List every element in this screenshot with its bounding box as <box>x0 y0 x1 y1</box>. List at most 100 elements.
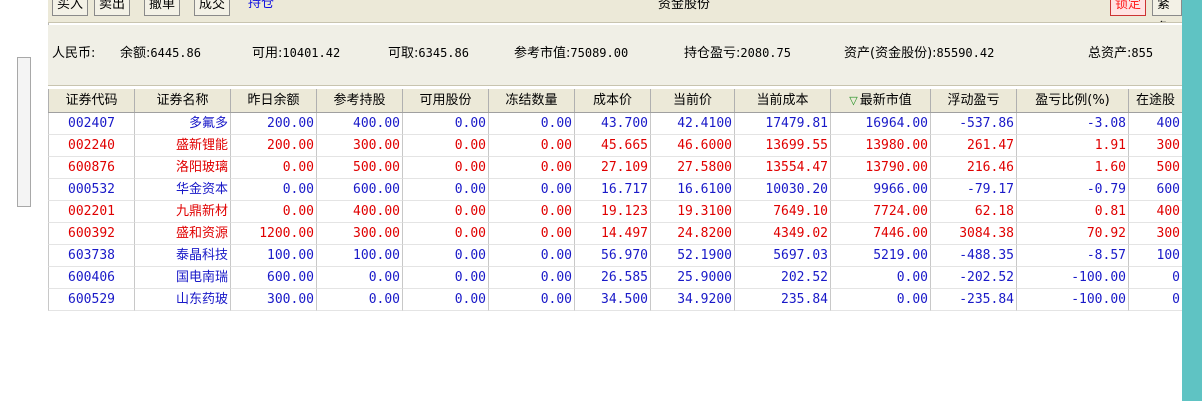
column-header-label: 最新市值 <box>859 93 912 108</box>
cell-name: 洛阳玻璃 <box>134 157 230 179</box>
cell-pct: 0.81 <box>1016 201 1128 223</box>
column-header-pct[interactable]: 盈亏比例(%) <box>1016 89 1128 112</box>
column-header-code[interactable]: 证券代码 <box>48 89 134 112</box>
cell-pct: -100.00 <box>1016 267 1128 289</box>
positions-tab[interactable]: 持仓 <box>244 0 278 16</box>
cell-code: 002201 <box>48 201 134 223</box>
table-row[interactable]: 600529 山东药玻 300.00 0.00 0.00 0.00 34.500 34.920… <box>48 289 1182 311</box>
column-header-label: 可用股份 <box>419 93 472 108</box>
cell-ref-hold: 0.00 <box>316 267 402 289</box>
cell-name: 九鼎新材 <box>134 201 230 223</box>
balance: 余额:6445.86 <box>120 46 201 61</box>
cell-price: 16.6100 <box>650 179 734 201</box>
column-header-label: 证券代码 <box>65 93 118 108</box>
cell-cost: 16.717 <box>574 179 650 201</box>
cell-name: 山东药玻 <box>134 289 230 311</box>
cell-ref-hold: 600.00 <box>316 179 402 201</box>
cell-prev: 200.00 <box>230 113 316 135</box>
cell-transit: 0 <box>1128 289 1182 311</box>
cell-name: 国电南瑞 <box>134 267 230 289</box>
cell-name: 盛和资源 <box>134 223 230 245</box>
column-header-prev[interactable]: 昨日余额 <box>230 89 316 112</box>
column-header-cur-cost[interactable]: 当前成本 <box>734 89 830 112</box>
column-header-ref-hold[interactable]: 参考持股 <box>316 89 402 112</box>
cell-name: 盛新锂能 <box>134 135 230 157</box>
sell-button[interactable]: 卖出 <box>94 0 131 16</box>
cell-code: 600406 <box>48 267 134 289</box>
cell-transit: 300 <box>1128 135 1182 157</box>
column-header-label: 证券名称 <box>156 93 209 108</box>
table-row[interactable]: 600392 盛和资源 1200.00 300.00 0.00 0.00 14.497 24.… <box>48 223 1182 245</box>
column-header-pnl[interactable]: 浮动盈亏 <box>930 89 1016 112</box>
cell-ref-hold: 300.00 <box>316 223 402 245</box>
cell-prev: 0.00 <box>230 201 316 223</box>
cell-name: 泰晶科技 <box>134 245 230 267</box>
buy-button[interactable]: 买入 <box>52 0 89 16</box>
cell-transit: 600 <box>1128 179 1182 201</box>
column-header-mkt[interactable]: ▽ 最新市值 <box>830 89 930 112</box>
cell-mkt: 0.00 <box>830 267 930 289</box>
cancel-order-button[interactable]: 撤单 <box>144 0 181 16</box>
cell-frozen: 0.00 <box>488 179 574 201</box>
cell-frozen: 0.00 <box>488 135 574 157</box>
vertical-scrollbar[interactable] <box>17 57 31 207</box>
column-header-frozen[interactable]: 冻结数量 <box>488 89 574 112</box>
column-header-price[interactable]: 当前价 <box>650 89 734 112</box>
column-header-label: 当前成本 <box>756 93 809 108</box>
cell-prev: 0.00 <box>230 179 316 201</box>
cell-avail: 0.00 <box>402 157 488 179</box>
cell-code: 603738 <box>48 245 134 267</box>
panel-title: 资金股份 <box>658 0 711 12</box>
cell-mkt: 13790.00 <box>830 157 930 179</box>
cell-price: 25.9000 <box>650 267 734 289</box>
cell-code: 002240 <box>48 135 134 157</box>
table-row[interactable]: 002201 九鼎新材 0.00 400.00 0.00 0.00 19.123 19.310… <box>48 201 1182 223</box>
column-header-avail[interactable]: 可用股份 <box>402 89 488 112</box>
cell-code: 600529 <box>48 289 134 311</box>
cell-avail: 0.00 <box>402 135 488 157</box>
cell-pnl: 261.47 <box>930 135 1016 157</box>
lock-button[interactable]: 锁定 <box>1110 0 1147 16</box>
column-header-name[interactable]: 证券名称 <box>134 89 230 112</box>
cell-pct: -8.57 <box>1016 245 1128 267</box>
cell-price: 42.4100 <box>650 113 734 135</box>
cell-prev: 0.00 <box>230 157 316 179</box>
cell-cost: 19.123 <box>574 201 650 223</box>
cell-transit: 100 <box>1128 245 1182 267</box>
cell-pct: 70.92 <box>1016 223 1128 245</box>
toolbar: 买入 卖出 撤单 成交 持仓 资金股份 锁定 紧急 <box>48 0 1182 23</box>
table-row[interactable]: 002240 盛新锂能 200.00 300.00 0.00 0.00 45.665 46.6… <box>48 135 1182 157</box>
account-summary: 人民币: 余额:6445.86 可用:10401.42 可取:6345.86 参… <box>48 25 1182 86</box>
table-row[interactable]: 600406 国电南瑞 600.00 0.00 0.00 0.00 26.585 25.900… <box>48 267 1182 289</box>
table-row[interactable]: 000532 华金资本 0.00 600.00 0.00 0.00 16.717 16.610… <box>48 179 1182 201</box>
column-header-label: 冻结数量 <box>505 93 558 108</box>
cell-pct: 1.60 <box>1016 157 1128 179</box>
cell-cur-cost: 4349.02 <box>734 223 830 245</box>
cell-pct: 1.91 <box>1016 135 1128 157</box>
cell-avail: 0.00 <box>402 113 488 135</box>
withdrawable: 可取:6345.86 <box>388 46 469 61</box>
emergency-button[interactable]: 紧急 <box>1152 0 1182 22</box>
column-header-label: 昨日余额 <box>247 93 300 108</box>
cell-cost: 45.665 <box>574 135 650 157</box>
trades-button[interactable]: 成交 <box>194 0 231 16</box>
cell-frozen: 0.00 <box>488 267 574 289</box>
column-header-cost[interactable]: 成本价 <box>574 89 650 112</box>
cell-price: 27.5800 <box>650 157 734 179</box>
column-header-label: 参考持股 <box>333 93 386 108</box>
cell-transit: 500 <box>1128 157 1182 179</box>
cell-ref-hold: 500.00 <box>316 157 402 179</box>
cell-avail: 0.00 <box>402 201 488 223</box>
cell-cost: 43.700 <box>574 113 650 135</box>
table-row[interactable]: 603738 泰晶科技 100.00 100.00 0.00 0.00 56.970 52.1… <box>48 245 1182 267</box>
cell-ref-hold: 0.00 <box>316 289 402 311</box>
cell-price: 52.1900 <box>650 245 734 267</box>
cell-mkt: 7724.00 <box>830 201 930 223</box>
column-header-label: 盈亏比例(%) <box>1035 93 1110 108</box>
table-row[interactable]: 600876 洛阳玻璃 0.00 500.00 0.00 0.00 27.109 27.580… <box>48 157 1182 179</box>
column-header-transit[interactable]: 在途股 <box>1128 89 1182 112</box>
table-row[interactable]: 002407 多氟多 200.00 400.00 0.00 0.00 43.700 42.41… <box>48 113 1182 135</box>
cell-pnl: -488.35 <box>930 245 1016 267</box>
cell-mkt: 0.00 <box>830 289 930 311</box>
cell-name: 多氟多 <box>134 113 230 135</box>
